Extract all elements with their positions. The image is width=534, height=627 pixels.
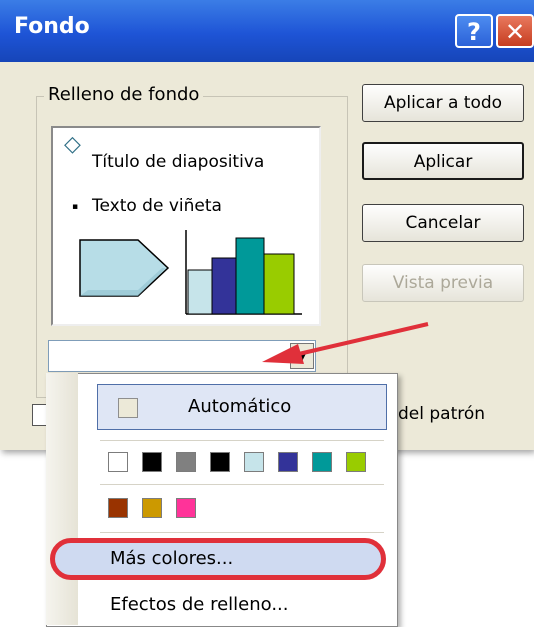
preview-chart-icon (185, 230, 302, 315)
automatic-swatch (118, 398, 138, 418)
color-swatch[interactable] (108, 452, 128, 472)
close-button[interactable]: ✕ (496, 14, 534, 48)
menu-separator (100, 440, 384, 441)
color-swatch[interactable] (142, 498, 162, 518)
dialog-title: Fondo (14, 14, 90, 39)
preview-title-text: Título de diapositiva (92, 152, 265, 172)
menu-separator (100, 532, 384, 533)
color-swatch[interactable] (176, 452, 196, 472)
menu-separator (100, 484, 384, 485)
apply-all-button[interactable]: Aplicar a todo (362, 84, 524, 122)
color-swatch[interactable] (210, 452, 230, 472)
color-swatch[interactable] (142, 452, 162, 472)
color-swatch[interactable] (176, 498, 196, 518)
color-swatch[interactable] (312, 452, 332, 472)
omit-pattern-label: del patrón (398, 404, 486, 424)
color-swatch[interactable] (244, 452, 264, 472)
more-colors-label: Más colores... (110, 548, 234, 569)
fill-group-label: Relleno de fondo (44, 84, 204, 105)
color-swatch[interactable] (278, 452, 298, 472)
color-swatch[interactable] (346, 452, 366, 472)
cancel-button[interactable]: Cancelar (362, 204, 524, 242)
preview-bullet-text: Texto de viñeta (92, 196, 222, 216)
annotation-arrow-icon (262, 322, 429, 364)
title-bullet-icon: ◇ (64, 132, 81, 157)
fill-effects-item[interactable]: Efectos de relleno... (110, 594, 289, 615)
help-button[interactable]: ? (455, 14, 493, 48)
preview-pentagon-icon (79, 239, 170, 297)
title-bar: Fondo ? ✕ (0, 0, 534, 62)
bullet-icon: ▪ (72, 202, 79, 212)
automatic-label: Automático (188, 396, 292, 417)
color-swatch[interactable] (108, 498, 128, 518)
menu-side-strip (46, 373, 78, 625)
apply-button[interactable]: Aplicar (362, 142, 524, 180)
preview-button[interactable]: Vista previa (362, 264, 524, 302)
